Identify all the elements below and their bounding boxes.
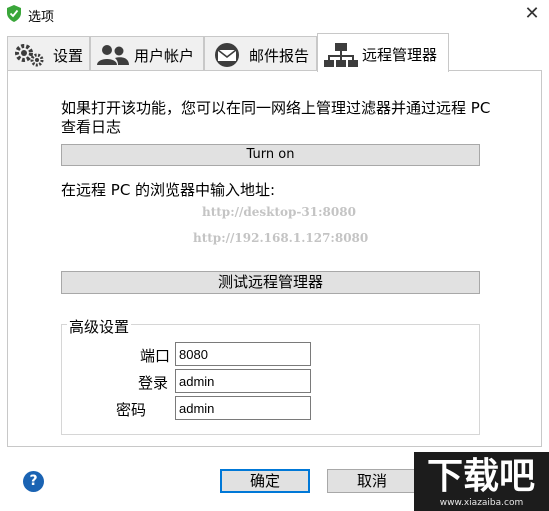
test-remote-manager-button[interactable]: 测试远程管理器 <box>61 271 480 294</box>
ok-button[interactable]: 确定 <box>220 469 310 493</box>
url-prompt-label: 在远程 PC 的浏览器中输入地址: <box>61 181 276 199</box>
gears-icon <box>15 44 44 67</box>
tab-remote-manager-label: 远程管理器 <box>362 46 438 64</box>
turn-on-button[interactable]: Turn on <box>61 144 480 166</box>
ip-url-link[interactable]: http://192.168.1.127:8080 <box>193 231 368 245</box>
window-title: 选项 <box>28 10 55 25</box>
port-field[interactable] <box>175 342 311 366</box>
login-label: 登录 <box>137 374 168 392</box>
watermark-url: www.xiazaiba.com <box>439 498 524 508</box>
tab-settings-label: 设置 <box>53 47 84 65</box>
title-bar <box>0 0 549 28</box>
users-icon <box>97 45 129 65</box>
tab-user-accounts-label: 用户帐户 <box>134 47 195 65</box>
password-field[interactable] <box>175 396 311 420</box>
cancel-button[interactable]: 取消 <box>327 469 417 493</box>
tab-mail-reports-label: 邮件报告 <box>249 47 310 65</box>
password-label: 密码 <box>115 401 146 419</box>
tab-user-accounts[interactable]: 用户帐户 <box>90 36 204 70</box>
tab-remote-manager[interactable]: 远程管理器 <box>317 33 449 72</box>
advanced-settings-title: 高级设置 <box>67 316 132 337</box>
network-icon <box>324 43 358 67</box>
tab-settings[interactable]: 设置 <box>7 36 90 70</box>
shield-icon <box>7 5 21 22</box>
hostname-url-link[interactable]: http://desktop-31:8080 <box>202 205 356 219</box>
watermark-logo-text: 下载吧 <box>427 456 535 496</box>
watermark-logo: 下载吧 <box>427 456 535 496</box>
help-icon[interactable]: ? <box>23 471 44 492</box>
feature-description: 如果打开该功能，您可以在同一网络上管理过滤器并通过远程 PC 查看日志 <box>61 99 491 136</box>
login-field[interactable] <box>175 369 311 393</box>
mail-icon <box>215 43 239 67</box>
tab-mail-reports[interactable]: 邮件报告 <box>204 36 317 70</box>
port-label: 端口 <box>139 347 170 365</box>
close-button[interactable]: ✕ <box>515 0 549 28</box>
